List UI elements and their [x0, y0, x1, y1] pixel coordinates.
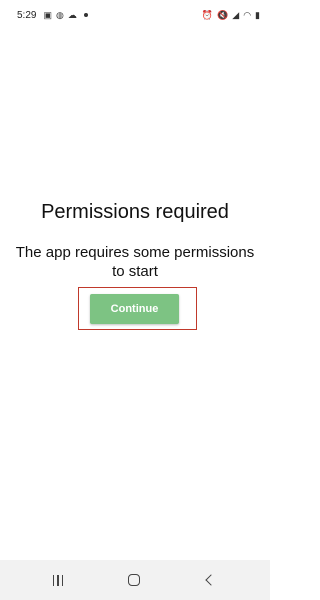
status-time: 5:29 [17, 9, 37, 21]
game-icon: ◍ [55, 9, 64, 20]
battery-icon: ▮ [255, 9, 260, 20]
mute-icon: 🔇 [217, 9, 229, 20]
home-icon[interactable] [126, 572, 142, 588]
status-bar: 5:29 ▣ ◍ ☁ ⏰ 🔇 ◢ ◠ ▮ [0, 0, 270, 30]
permission-message: The app requires some permissions to sta… [15, 244, 255, 280]
image-icon: ▣ [43, 9, 52, 20]
wifi-icon: ◠ [243, 9, 252, 20]
signal-icon: ◢ [232, 9, 240, 20]
back-icon[interactable] [202, 572, 217, 588]
alarm-icon: ⏰ [201, 9, 214, 20]
page-title: Permissions required [41, 201, 229, 223]
navigation-bar [0, 560, 270, 600]
status-left: 5:29 ▣ ◍ ☁ [17, 10, 88, 21]
dot-icon [83, 13, 88, 17]
status-right: ⏰ 🔇 ◢ ◠ ▮ [201, 9, 260, 20]
recents-icon[interactable] [50, 572, 66, 588]
continue-button[interactable]: Continue [90, 294, 179, 324]
app-screen: 5:29 ▣ ◍ ☁ ⏰ 🔇 ◢ ◠ ▮ Permissions require… [0, 0, 270, 560]
cloud-icon: ☁ [67, 9, 77, 20]
